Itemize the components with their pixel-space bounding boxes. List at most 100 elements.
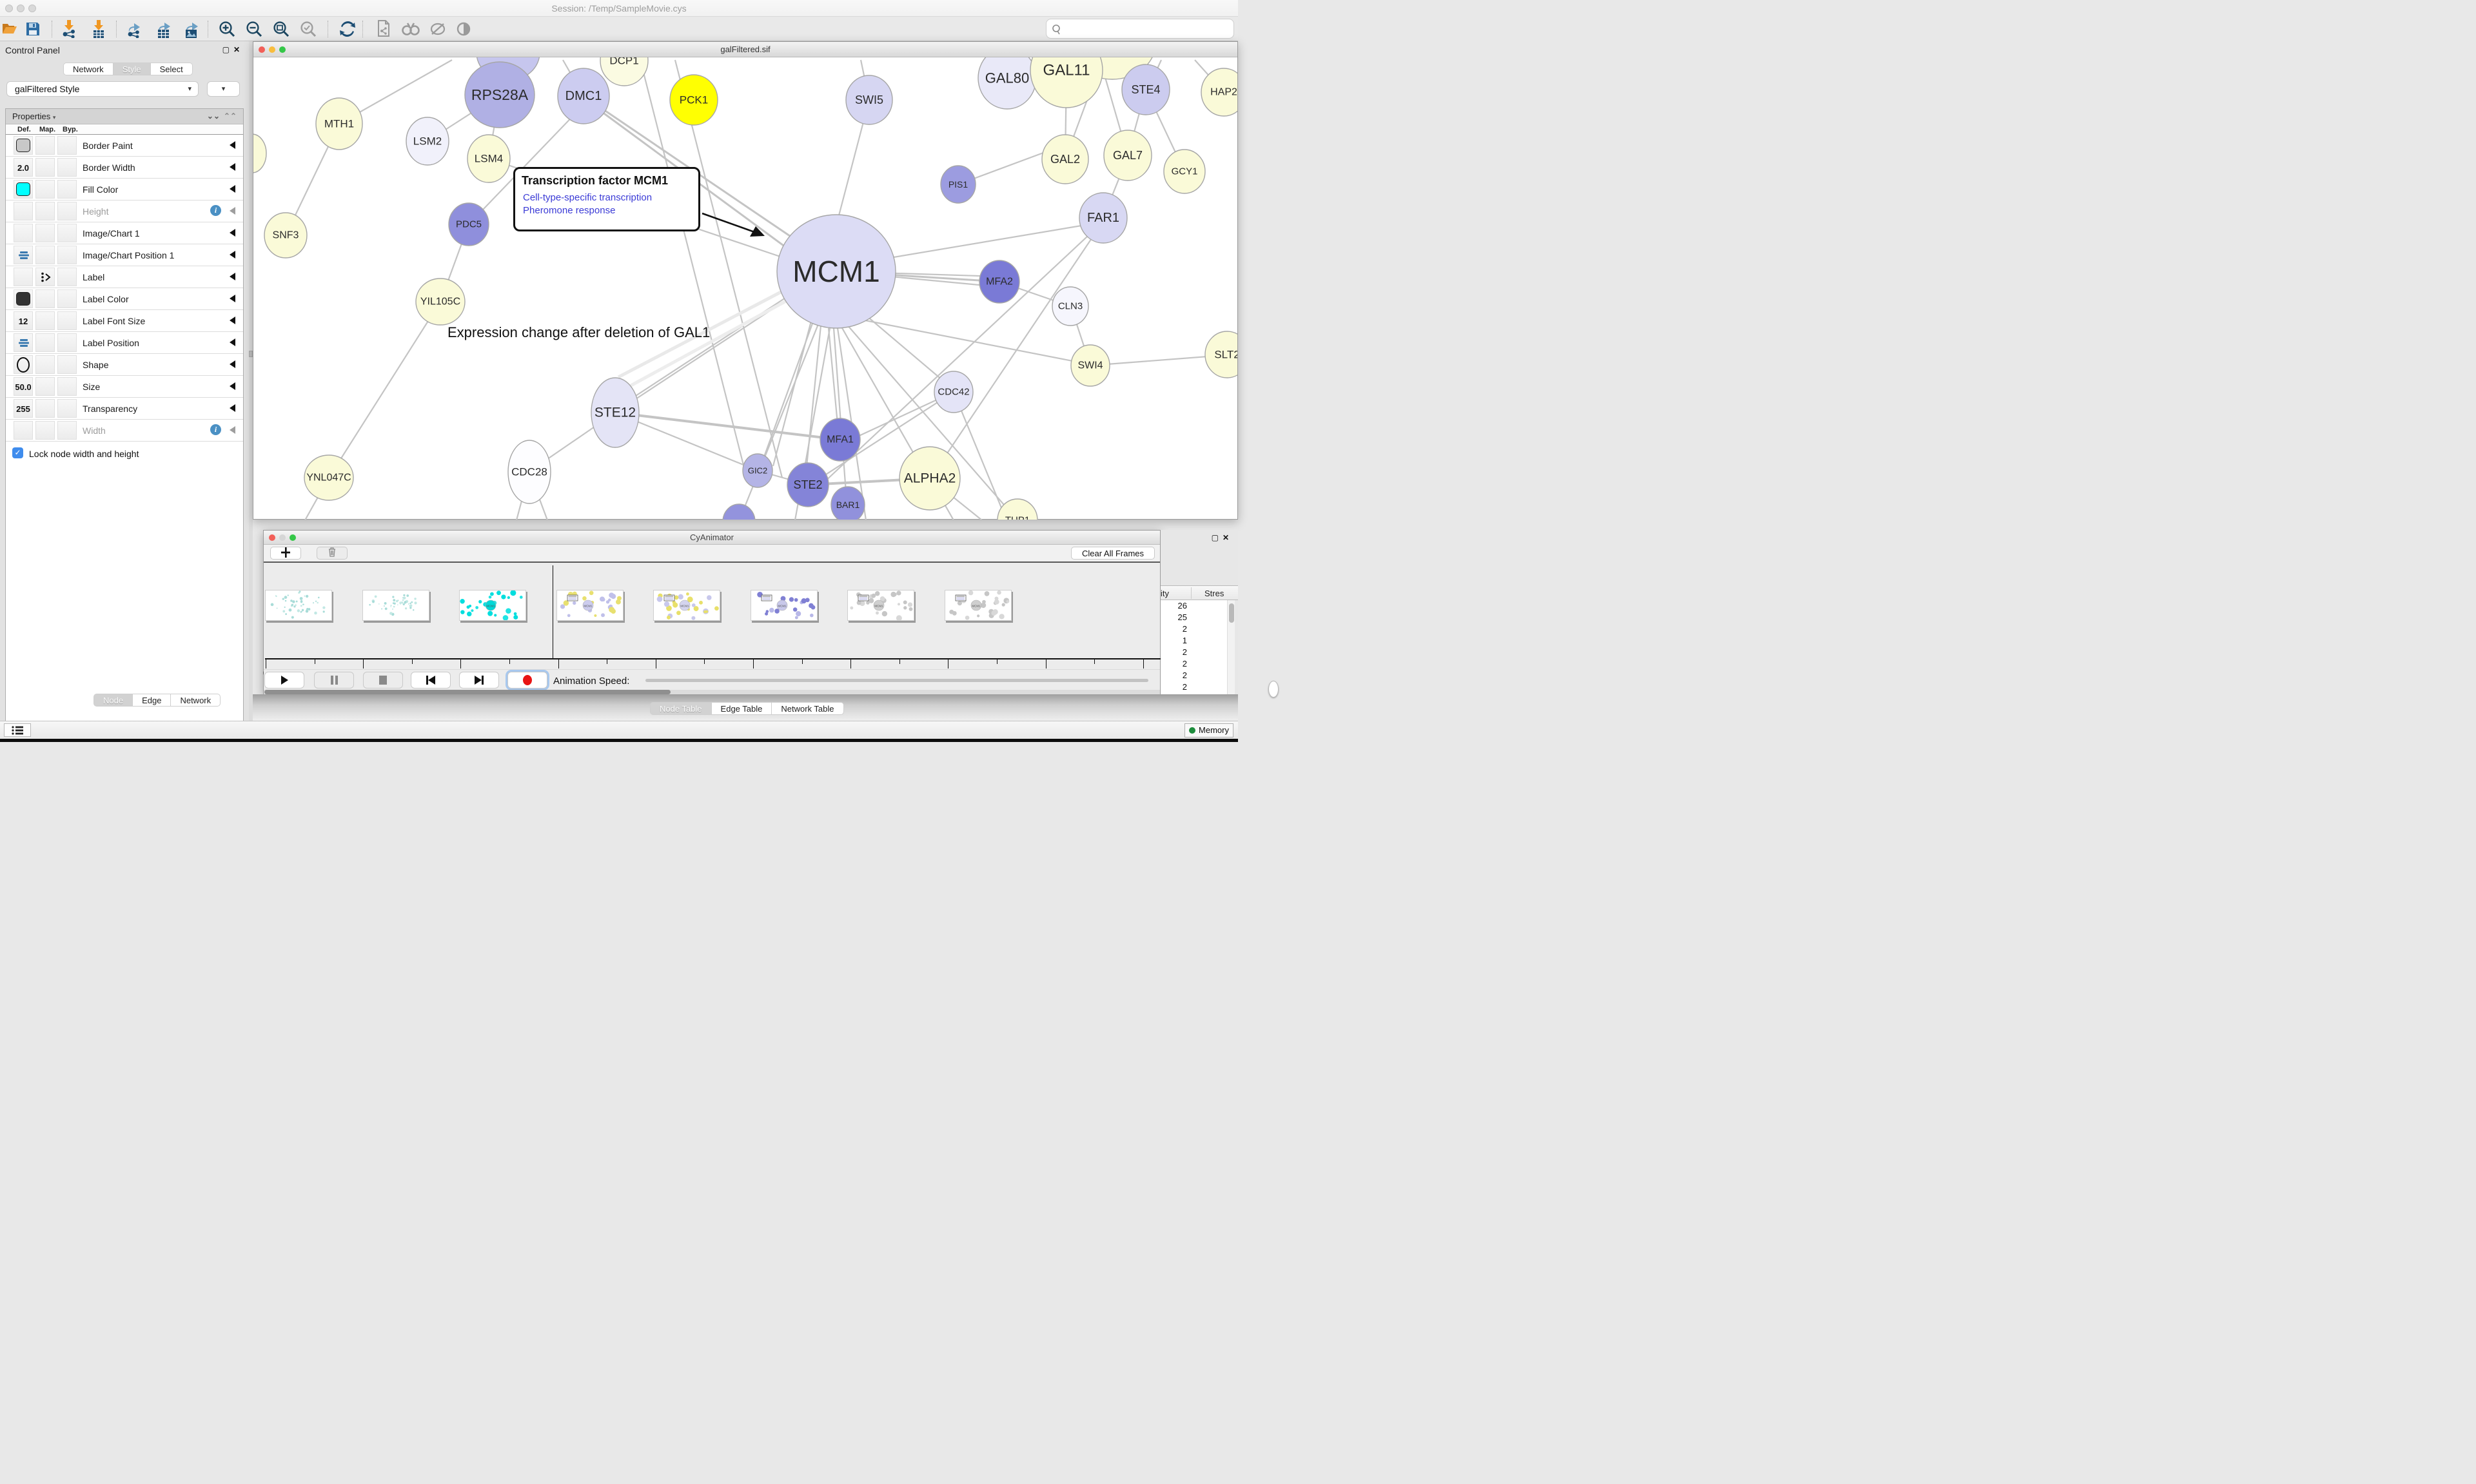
network-canvas[interactable]: RPS28ADMC1DCP1PCK1MTH1LSM2LSM4SWI5SNF3PD… (253, 57, 1237, 520)
default-value-cell[interactable] (14, 224, 33, 242)
expand-all-icon[interactable]: ⌄⌄ (207, 112, 220, 121)
annotation-link-1[interactable]: Cell-type-specific transcription (523, 191, 692, 204)
network-node[interactable]: SWI5 (846, 75, 892, 124)
zoom-out-icon[interactable] (244, 19, 264, 39)
timeline[interactable]: Seconds 0123456789MCM1MCM1MCM1MCM1MCM1MC… (264, 563, 1160, 669)
hide-panel-icon[interactable] (428, 19, 447, 39)
property-row[interactable]: 255Transparency (6, 398, 243, 420)
table-scrollbar[interactable] (1227, 600, 1235, 694)
bypass-cell[interactable] (57, 136, 77, 155)
refresh-layout-icon[interactable] (338, 19, 357, 39)
default-value-cell[interactable] (14, 421, 33, 440)
timeline-frame[interactable]: MCM1 (556, 590, 624, 621)
lock-size-checkbox[interactable]: ✓ (12, 447, 23, 458)
network-edge[interactable] (845, 317, 1089, 364)
expand-arrow-icon[interactable] (230, 185, 235, 193)
network-node[interactable]: RPS28A (465, 62, 535, 128)
mapping-cell[interactable] (35, 311, 55, 330)
bypass-cell[interactable] (57, 377, 77, 396)
network-node[interactable]: SWI4 (1071, 345, 1110, 386)
bypass-cell[interactable] (57, 158, 77, 177)
property-row[interactable]: Image/Chart 1 (6, 222, 243, 244)
table-row[interactable]: 2 (1161, 658, 1227, 670)
style-options-button[interactable]: ▾ (207, 81, 240, 97)
default-value-cell[interactable]: 255 (14, 399, 33, 418)
network-edge[interactable] (1090, 355, 1224, 366)
zoom-selected-icon[interactable] (299, 19, 318, 39)
network-node[interactable]: GAL11 (1030, 57, 1103, 108)
collapse-all-icon[interactable]: ⌃⌃ (224, 112, 237, 121)
network-node[interactable]: MTH1 (316, 98, 362, 150)
property-row[interactable]: Shape (6, 354, 243, 376)
network-node[interactable]: TUP1 (997, 499, 1037, 520)
bypass-cell[interactable] (57, 355, 77, 374)
search-input[interactable] (1065, 22, 1229, 36)
property-row[interactable]: Widthi (6, 420, 243, 442)
tab-select[interactable]: Select (150, 63, 193, 75)
default-value-cell[interactable] (14, 355, 33, 374)
table-row[interactable]: 2 (1161, 647, 1227, 658)
bypass-cell[interactable] (57, 268, 77, 286)
info-icon[interactable]: i (210, 424, 221, 435)
default-value-cell[interactable]: 2.0 (14, 158, 33, 177)
expand-arrow-icon[interactable] (230, 141, 235, 149)
mapping-cell[interactable] (35, 355, 55, 374)
network-edge[interactable] (627, 301, 786, 387)
record-icon[interactable] (507, 672, 547, 688)
network-node[interactable]: LSM4 (467, 135, 510, 182)
bypass-cell[interactable] (57, 246, 77, 264)
mapping-cell[interactable] (35, 421, 55, 440)
mapping-cell[interactable] (35, 136, 55, 155)
table-rows[interactable]: 26252122222 (1161, 600, 1227, 694)
network-edge[interactable] (760, 322, 813, 467)
close-panel-icon[interactable]: ✕ (233, 45, 244, 54)
float-panel-icon[interactable]: ▢ (222, 45, 233, 54)
network-node[interactable]: PDC5 (449, 203, 489, 246)
default-value-cell[interactable] (14, 202, 33, 220)
mapping-cell[interactable] (35, 202, 55, 220)
mapping-cell[interactable] (35, 289, 55, 308)
mapping-cell[interactable] (35, 246, 55, 264)
network-node[interactable]: ALPHA2 (899, 447, 960, 510)
network-edge[interactable] (621, 288, 800, 405)
network-node[interactable]: PIS1 (941, 166, 976, 203)
mapping-cell[interactable] (35, 158, 55, 177)
network-edge[interactable] (329, 302, 440, 478)
export-network-icon[interactable] (125, 19, 144, 39)
expand-arrow-icon[interactable] (230, 382, 235, 390)
clear-all-frames-button[interactable]: Clear All Frames (1071, 547, 1155, 560)
network-node[interactable]: YIL105C (416, 278, 465, 325)
bypass-cell[interactable] (57, 224, 77, 242)
bypass-cell[interactable] (57, 333, 77, 352)
table-row[interactable]: 2 (1161, 623, 1227, 635)
tab-style[interactable]: Style (113, 63, 150, 75)
skip-to-start-icon[interactable] (411, 672, 451, 688)
bypass-cell[interactable] (57, 180, 77, 199)
network-node[interactable]: MCM1 (777, 215, 896, 328)
expand-arrow-icon[interactable] (230, 251, 235, 259)
default-value-cell[interactable] (14, 180, 33, 199)
open-session-icon[interactable] (0, 19, 19, 39)
expand-arrow-icon[interactable] (230, 207, 235, 215)
bypass-cell[interactable] (57, 311, 77, 330)
search-field[interactable] (1046, 19, 1234, 39)
timeline-frame[interactable]: MCM1 (459, 590, 526, 621)
table-float-icon[interactable]: ▢ (1212, 533, 1223, 542)
property-row[interactable]: Label (6, 266, 243, 288)
tab-edge[interactable]: Edge (132, 694, 170, 707)
timeline-frame[interactable]: MCM1 (751, 590, 818, 621)
network-node[interactable]: DMC1 (558, 68, 609, 124)
property-row[interactable]: Fill Color (6, 179, 243, 200)
timeline-frame[interactable] (362, 590, 429, 621)
network-node[interactable]: HAP2 (1201, 68, 1237, 116)
table-row[interactable]: 1 (1161, 635, 1227, 647)
property-row[interactable]: 50.0Size (6, 376, 243, 398)
zoom-in-icon[interactable] (217, 19, 237, 39)
import-table-icon[interactable] (89, 19, 108, 39)
network-node[interactable]: FAR1 (1079, 193, 1127, 243)
default-value-cell[interactable] (14, 268, 33, 286)
expand-arrow-icon[interactable] (230, 338, 235, 346)
network-node[interactable]: CDC42 (934, 371, 973, 413)
network-edge[interactable] (858, 309, 951, 387)
expand-arrow-icon[interactable] (230, 163, 235, 171)
